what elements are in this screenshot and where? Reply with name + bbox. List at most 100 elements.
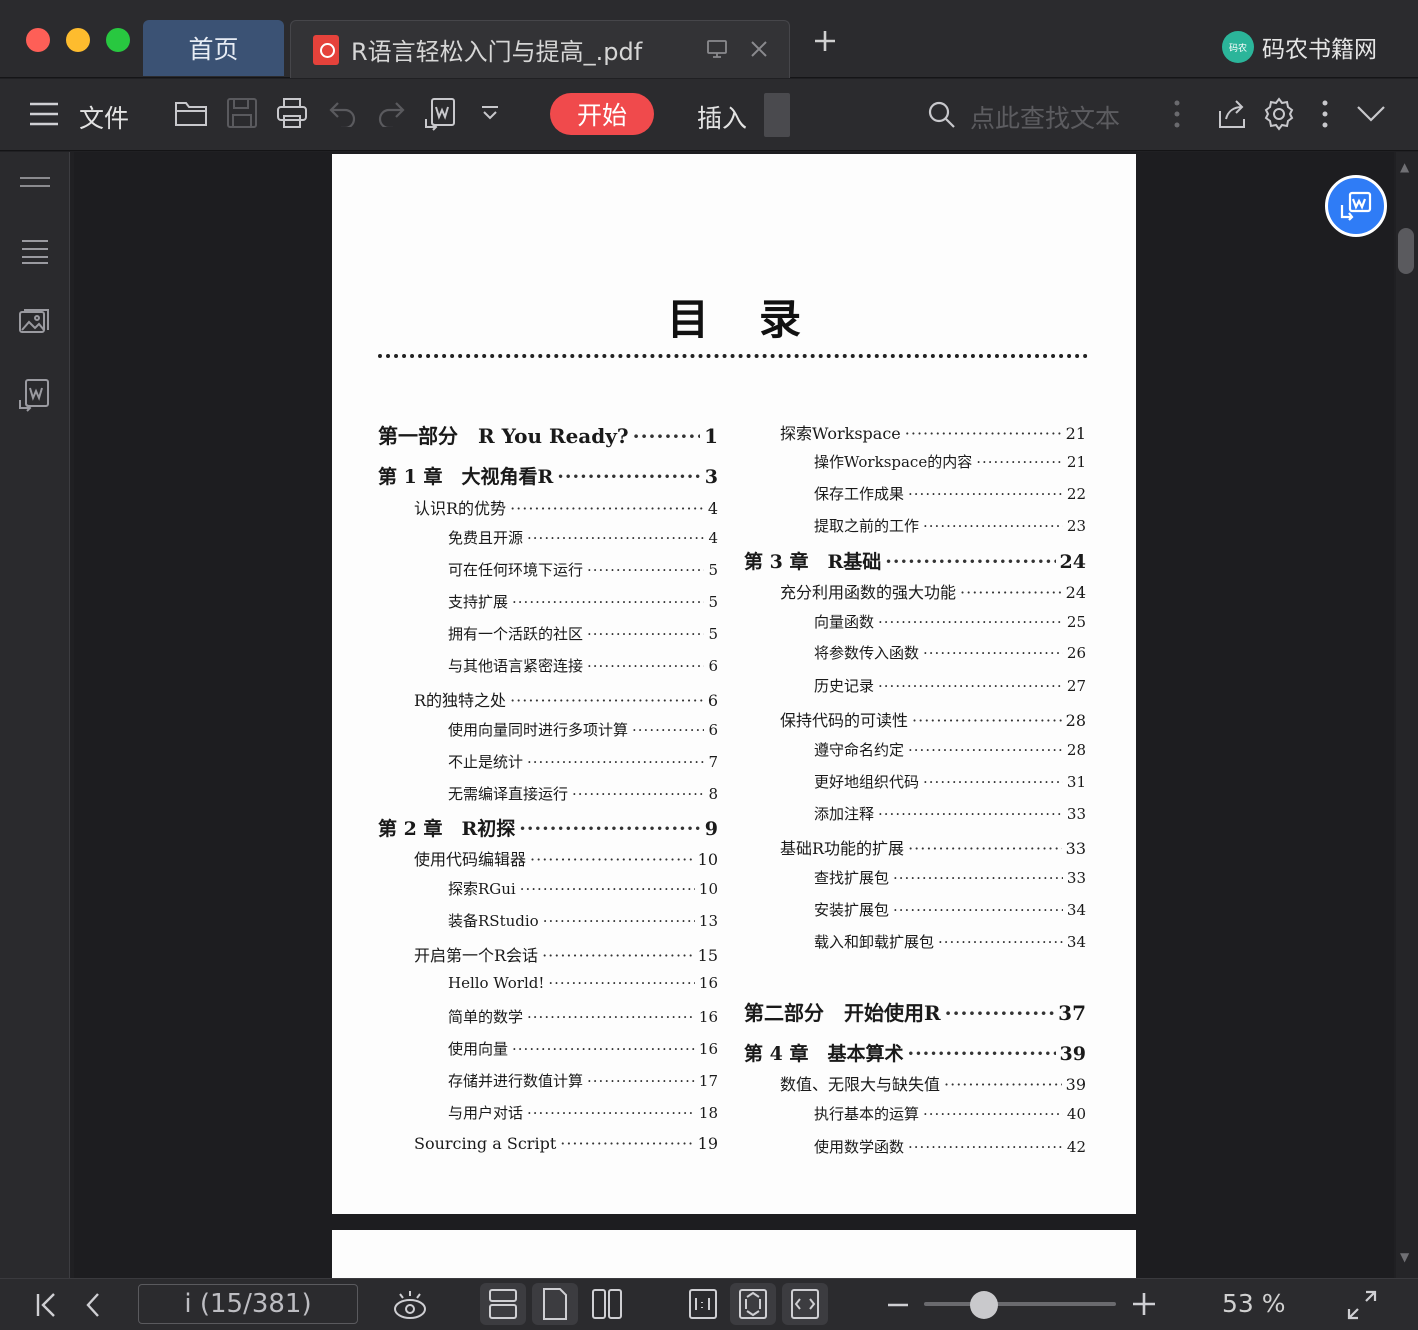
toc-entry-page: 5: [708, 593, 718, 611]
toc-entry[interactable]: 使用向量同时进行多项计算 6: [448, 719, 718, 740]
toc-entry[interactable]: 保存工作成果 22: [814, 483, 1086, 504]
toc-entry[interactable]: 基础R功能的扩展 33: [780, 835, 1086, 859]
pdf-to-word-icon[interactable]: [424, 97, 458, 131]
collapse-sidebar-icon[interactable]: [18, 174, 52, 193]
toc-entry[interactable]: 使用数学函数 42: [814, 1136, 1086, 1157]
toc-entry[interactable]: 执行基本的运算 40: [814, 1103, 1086, 1124]
toc-entry[interactable]: 遵守命名约定 28: [814, 739, 1086, 760]
close-tab-icon[interactable]: [747, 37, 771, 67]
toc-entry[interactable]: 无需编译直接运行 8: [448, 783, 718, 804]
toc-entry[interactable]: 第 4 章 基本算术 39: [744, 1039, 1086, 1066]
toc-entry[interactable]: 历史记录 27: [814, 675, 1086, 696]
more-vertical-icon[interactable]: [1172, 99, 1182, 129]
toc-entry[interactable]: 存储并进行数值计算 17: [448, 1070, 718, 1091]
minimize-window-button[interactable]: [66, 28, 90, 52]
new-tab-button[interactable]: [812, 28, 838, 57]
toc-entry[interactable]: 拥有一个活跃的社区 5: [448, 623, 718, 644]
pdf-to-word-icon[interactable]: [18, 378, 52, 416]
toc-entry[interactable]: 简单的数学 16: [448, 1006, 718, 1027]
toc-entry[interactable]: Hello World! 16: [448, 974, 718, 992]
menu-icon[interactable]: [28, 101, 60, 127]
zoom-out-icon[interactable]: [886, 1293, 910, 1321]
toc-entry[interactable]: 可在任何环境下运行 5: [448, 559, 718, 580]
toc-entry[interactable]: 探索Workspace 21: [780, 420, 1086, 444]
tab-home[interactable]: 首页: [143, 20, 284, 76]
toc-entry[interactable]: 安装扩展包 34: [814, 899, 1086, 920]
continuous-view-button[interactable]: [480, 1283, 526, 1325]
zoom-slider[interactable]: [924, 1302, 1116, 1306]
toc-entry[interactable]: R的独特之处 6: [414, 687, 718, 711]
image-thumbnails-icon[interactable]: [18, 308, 50, 340]
convert-float-button[interactable]: [1325, 175, 1387, 237]
share-icon[interactable]: [1216, 97, 1248, 129]
chevron-down-icon[interactable]: [1356, 105, 1386, 123]
more-vertical-icon[interactable]: [1320, 99, 1330, 129]
toc-entry[interactable]: 不止是统计 7: [448, 751, 718, 772]
outline-icon[interactable]: [18, 238, 50, 268]
search-icon[interactable]: [928, 101, 956, 129]
toc-entry[interactable]: 操作Workspace的内容 21: [814, 451, 1086, 472]
toc-entry[interactable]: 开启第一个R会话 15: [414, 942, 718, 966]
toc-entry[interactable]: 数值、无限大与缺失值 39: [780, 1071, 1086, 1095]
scroll-thumb[interactable]: [1398, 228, 1414, 274]
open-folder-icon[interactable]: [174, 97, 208, 129]
toc-entry[interactable]: 保持代码的可读性 28: [780, 707, 1086, 731]
previous-page-icon[interactable]: [84, 1291, 102, 1323]
tab-document[interactable]: R语言轻松入门与提高_.pdf: [290, 20, 790, 78]
two-page-view-button[interactable]: [584, 1283, 630, 1325]
toc-entry[interactable]: 载入和卸载扩展包 34: [814, 931, 1086, 952]
undo-icon[interactable]: [328, 99, 358, 127]
toc-entry[interactable]: 第一部分 R You Ready? 1: [378, 420, 718, 449]
scroll-up-arrow[interactable]: ▲: [1400, 160, 1409, 174]
fit-page-button[interactable]: [730, 1283, 776, 1325]
vertical-scrollbar[interactable]: [1396, 152, 1418, 1278]
toc-entry[interactable]: 向量函数 25: [814, 611, 1086, 632]
document-viewport[interactable]: 目录 第一部分 R You Ready? 1 第 1 章 大视角看R 3 认识R的优势 4…: [74, 152, 1394, 1278]
toc-entry[interactable]: 与其他语言紧密连接 6: [448, 655, 718, 676]
toc-entry[interactable]: 使用向量 16: [448, 1038, 718, 1059]
zoom-in-icon[interactable]: [1131, 1291, 1157, 1321]
actual-size-button[interactable]: [680, 1283, 726, 1325]
zoom-window-button[interactable]: [106, 28, 130, 52]
toc-entry[interactable]: 免费且开源 4: [448, 527, 718, 548]
toc-entry[interactable]: 第 2 章 R初探 9: [378, 814, 718, 841]
zoom-level[interactable]: 53 %: [1222, 1289, 1286, 1318]
eye-protection-icon[interactable]: [392, 1289, 428, 1325]
toc-entry[interactable]: 添加注释 33: [814, 803, 1086, 824]
toc-entry[interactable]: 查找扩展包 33: [814, 867, 1086, 888]
monitor-icon[interactable]: [705, 37, 729, 67]
first-page-icon[interactable]: [34, 1291, 58, 1323]
toc-entry[interactable]: 充分利用函数的强大功能 24: [780, 579, 1086, 603]
search-input[interactable]: 点此查找文本: [970, 99, 1120, 135]
toc-entry[interactable]: 第 1 章 大视角看R 3: [378, 462, 718, 489]
toc-entry[interactable]: Sourcing a Script 19: [414, 1134, 718, 1153]
page-number-input[interactable]: i (15/381): [138, 1284, 358, 1324]
toc-entry[interactable]: 提取之前的工作 23: [814, 515, 1086, 536]
save-icon[interactable]: [226, 97, 258, 129]
gear-icon[interactable]: [1262, 97, 1296, 131]
tab-insert[interactable]: 插入: [697, 99, 747, 135]
zoom-slider-handle[interactable]: [970, 1291, 998, 1319]
toc-entry[interactable]: 第二部分 开始使用R 37: [744, 997, 1086, 1026]
pdf-page: 目录 第一部分 R You Ready? 1 第 1 章 大视角看R 3 认识R的优势 4…: [332, 154, 1136, 1214]
toc-entry[interactable]: 认识R的优势 4: [414, 495, 718, 519]
scroll-down-arrow[interactable]: ▼: [1400, 1250, 1409, 1264]
toc-entry[interactable]: 更好地组织代码 31: [814, 771, 1086, 792]
chevron-down-icon[interactable]: [480, 105, 500, 121]
toc-entry[interactable]: 装备RStudio 13: [448, 910, 718, 931]
toc-entry[interactable]: 支持扩展 5: [448, 591, 718, 612]
redo-icon[interactable]: [376, 99, 406, 127]
fit-width-button[interactable]: [782, 1283, 828, 1325]
toolbar-overflow-button[interactable]: [764, 93, 790, 137]
file-menu[interactable]: 文件: [79, 99, 129, 135]
toc-entry[interactable]: 将参数传入函数 26: [814, 642, 1086, 663]
fullscreen-icon[interactable]: [1346, 1289, 1378, 1325]
toc-entry[interactable]: 与用户对话 18: [448, 1102, 718, 1123]
toc-entry[interactable]: 探索RGui 10: [448, 878, 718, 899]
close-window-button[interactable]: [26, 28, 50, 52]
single-page-view-button[interactable]: [532, 1283, 578, 1325]
toc-entry[interactable]: 使用代码编辑器 10: [414, 846, 718, 870]
toc-entry[interactable]: 第 3 章 R基础 24: [744, 547, 1086, 574]
tab-start[interactable]: 开始: [550, 93, 654, 135]
print-icon[interactable]: [276, 97, 308, 129]
